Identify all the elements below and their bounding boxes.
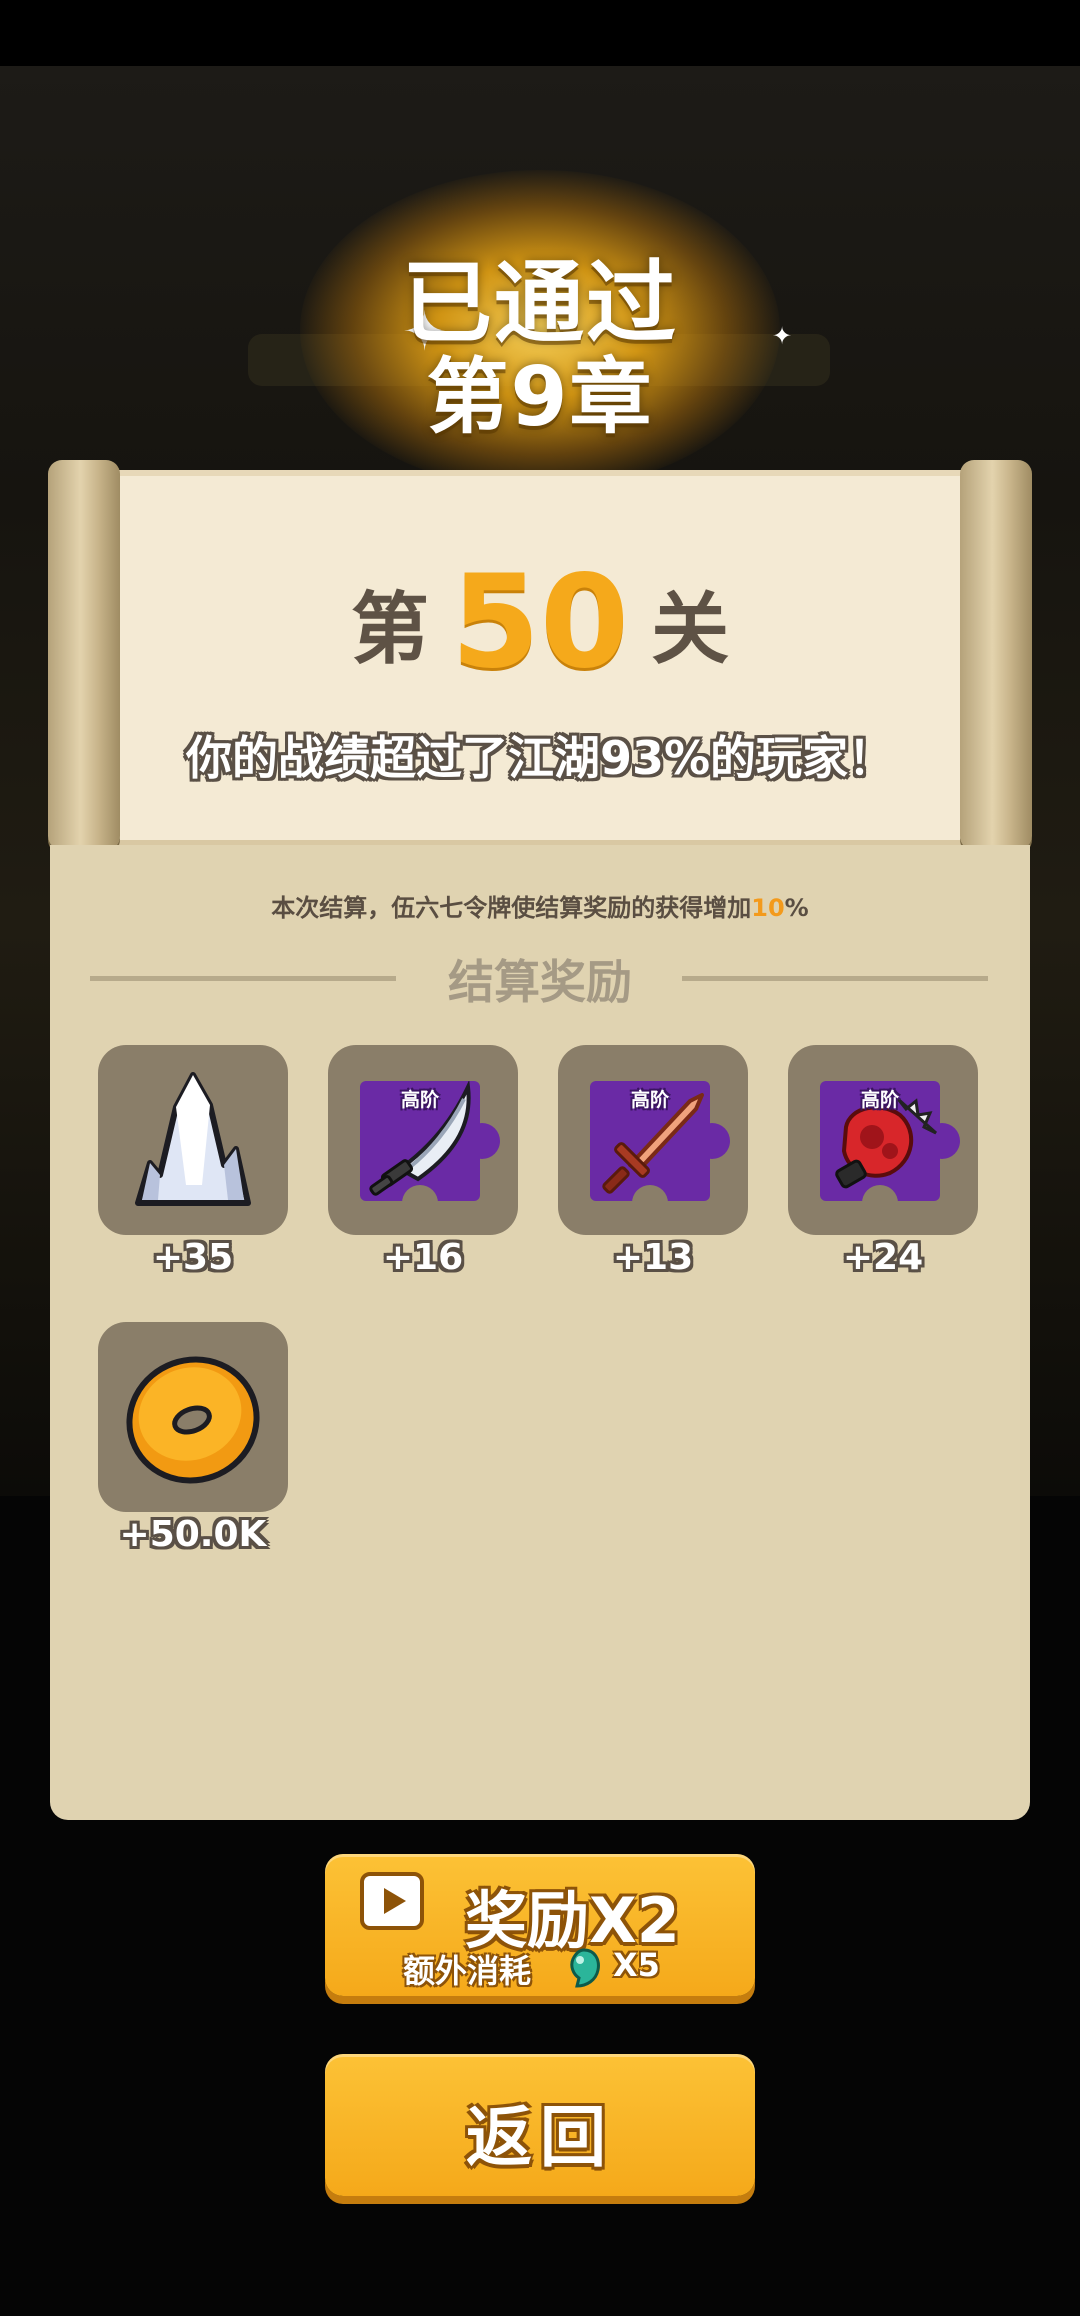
reward-icon-box	[98, 1045, 288, 1235]
status-bar	[0, 0, 1080, 66]
level-display: 第 50 关	[86, 548, 994, 697]
reward-count: +16	[382, 1237, 464, 1278]
ranking-text: 你的战绩超过了江湖93%的玩家！	[185, 731, 895, 785]
divider-right	[682, 976, 988, 981]
cost-amount: X5	[613, 1946, 660, 1984]
extra-cost-label: 额外消耗	[403, 1952, 532, 1990]
fragment-frame: 高阶	[820, 1081, 960, 1221]
reward-item[interactable]: +50.0K	[98, 1322, 288, 1555]
reward-count: +24	[842, 1237, 924, 1278]
teal-gem-icon	[570, 1948, 600, 1988]
level-prefix: 第	[350, 584, 429, 675]
reward-icon-box: 高阶	[788, 1045, 978, 1235]
reward-item[interactable]: 高阶 +13	[558, 1045, 748, 1278]
coin-icon	[126, 1356, 260, 1484]
back-label: 返回	[466, 2099, 614, 2176]
reward-item[interactable]: 高阶 +16	[328, 1045, 518, 1278]
bonus-percent: 10	[751, 894, 785, 922]
token-bonus-text: 本次结算，伍六七令牌使结算奖励的获得增加10%	[50, 888, 1030, 923]
reward-icon-box: 高阶	[558, 1045, 748, 1235]
reward-item[interactable]: 高阶 +24	[788, 1045, 978, 1278]
tier-label: 高阶	[400, 1089, 439, 1111]
bonus-description: 本次结算，伍六七令牌使结算奖励的获得增加	[271, 894, 752, 922]
bonus-percent-sign: %	[784, 894, 809, 922]
tier-label: 高阶	[630, 1089, 669, 1111]
divider-left	[90, 976, 396, 981]
double-reward-button[interactable]: 奖励X2 额外消耗 X5	[325, 1854, 755, 1996]
tier-label: 高阶	[860, 1089, 899, 1111]
crystal-icon	[135, 1072, 251, 1206]
reward-count: +35	[152, 1237, 234, 1278]
reward-count: +50.0K	[119, 1514, 267, 1555]
reward-item[interactable]: +35	[98, 1045, 288, 1278]
fragment-frame: 高阶	[360, 1081, 500, 1221]
fragment-frame: 高阶	[590, 1081, 730, 1221]
level-number: 50	[450, 548, 630, 697]
back-button[interactable]: 返回	[325, 2054, 755, 2196]
rewards-title: 结算奖励	[448, 955, 632, 1009]
play-video-icon	[360, 1872, 424, 1930]
reward-icon-box: 高阶	[328, 1045, 518, 1235]
reward-count: +13	[612, 1237, 694, 1278]
reward-icon-box	[98, 1322, 288, 1512]
chapter-number: 第9章	[426, 350, 654, 445]
level-suffix: 关	[651, 584, 730, 675]
